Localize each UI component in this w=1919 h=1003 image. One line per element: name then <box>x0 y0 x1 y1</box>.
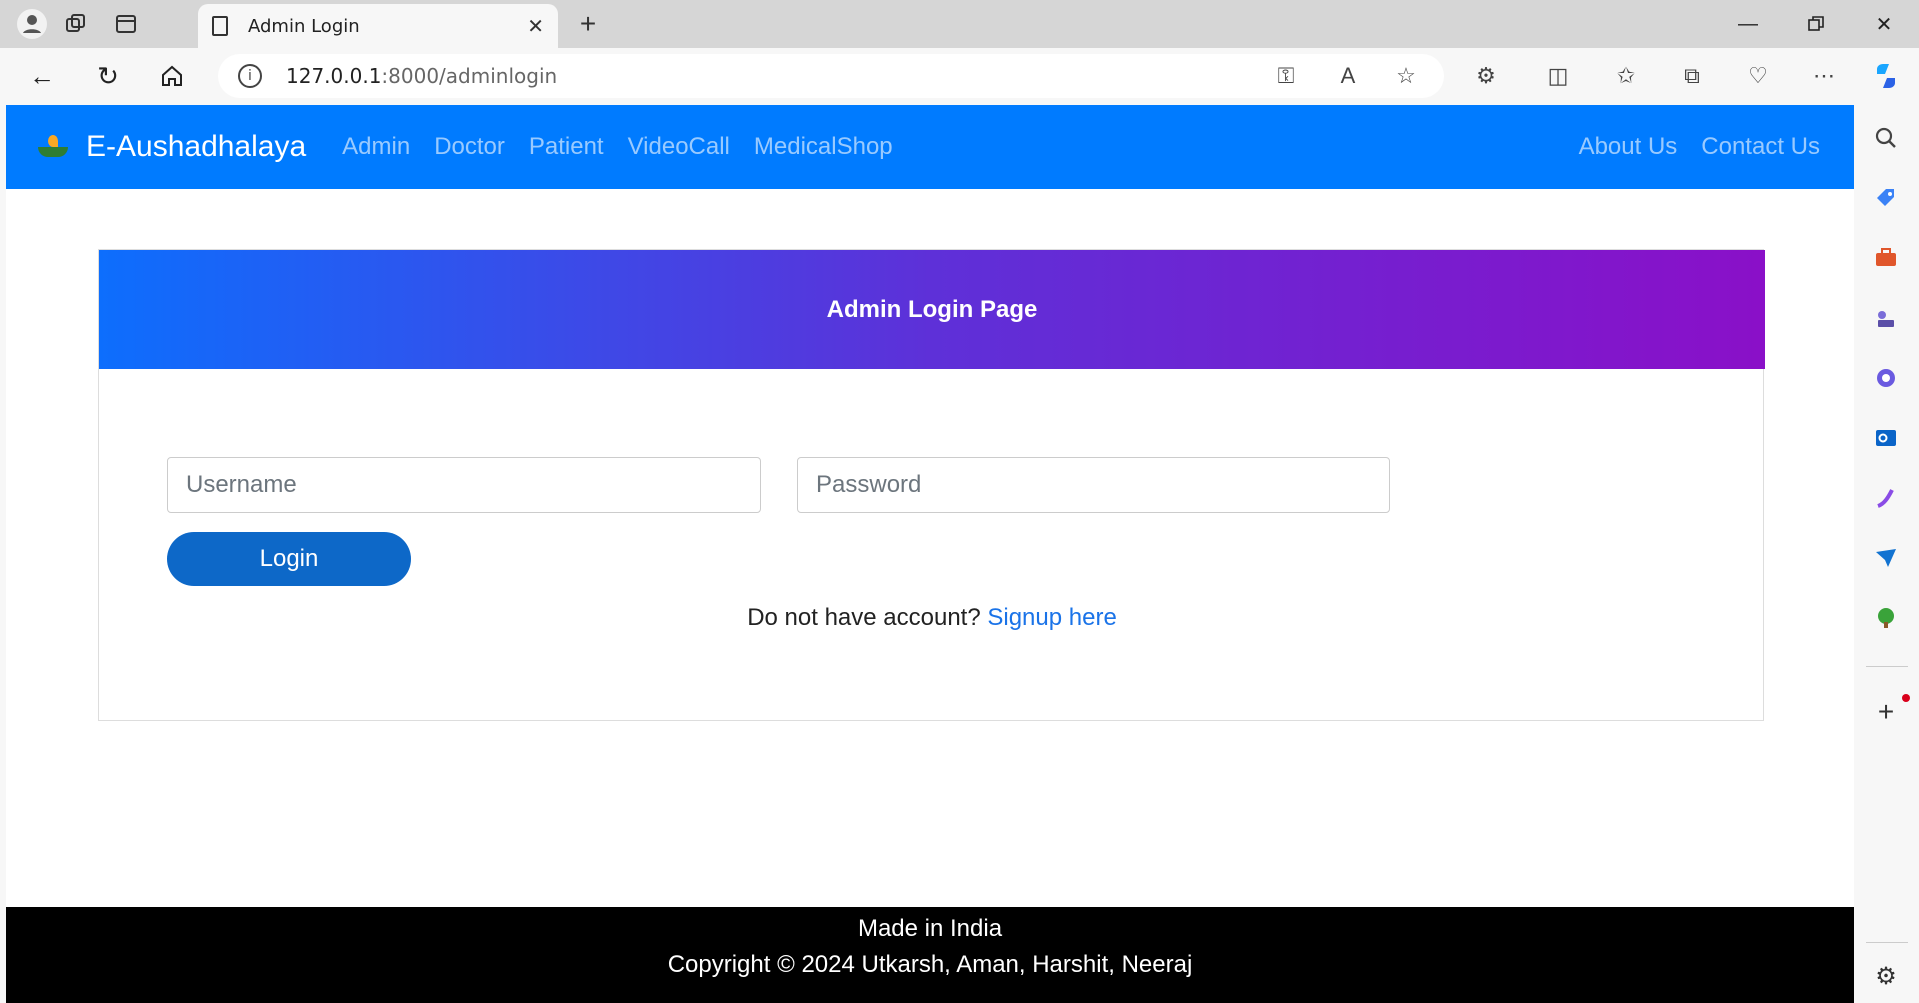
url-path: :8000/adminlogin <box>381 64 558 88</box>
signup-text: Do not have account? <box>747 604 981 631</box>
search-icon[interactable] <box>1870 122 1902 154</box>
settings-icon[interactable]: ⚙ <box>1870 960 1902 992</box>
new-tab-icon[interactable]: + <box>572 8 604 40</box>
close-window-icon[interactable]: ✕ <box>1864 8 1904 40</box>
outlook-icon[interactable] <box>1870 422 1902 454</box>
tab-title: Admin Login <box>248 15 360 37</box>
copilot-icon[interactable] <box>1868 58 1904 94</box>
nav-link-patient[interactable]: Patient <box>529 133 604 161</box>
brand[interactable]: E-Aushadhalaya <box>32 130 306 164</box>
minimize-icon[interactable]: — <box>1728 8 1768 40</box>
login-card-header: Admin Login Page <box>99 250 1765 369</box>
chess-icon[interactable] <box>1870 302 1902 334</box>
briefcase-icon[interactable] <box>1870 242 1902 274</box>
copilot-app-icon[interactable] <box>1870 362 1902 394</box>
tree-icon[interactable] <box>1870 602 1902 634</box>
refresh-icon[interactable]: ↻ <box>90 60 126 92</box>
brand-name: E-Aushadhalaya <box>86 130 307 163</box>
designer-icon[interactable] <box>1870 482 1902 514</box>
workspaces-icon[interactable] <box>60 8 92 40</box>
footer: Made in India Copyright © 2024 Utkarsh, … <box>6 907 1854 1003</box>
page-icon <box>212 16 228 36</box>
nav-links: Admin Doctor Patient VideoCall MedicalSh… <box>342 133 916 161</box>
tag-icon[interactable] <box>1870 182 1902 214</box>
send-icon[interactable] <box>1870 542 1902 574</box>
footer-made-in: Made in India <box>857 915 1003 942</box>
url-host: 127.0.0.1 <box>286 64 382 88</box>
signup-link[interactable]: Signup here <box>987 604 1116 631</box>
browser-sidebar: + ⚙ <box>1854 104 1919 1003</box>
split-screen-icon[interactable]: ◫ <box>1540 58 1576 94</box>
password-input[interactable]: Password <box>797 457 1390 513</box>
favorites-icon[interactable]: ✩ <box>1608 58 1644 94</box>
nav-link-about[interactable]: About Us <box>1579 133 1678 161</box>
browser-essentials-icon[interactable]: ♡ <box>1740 58 1776 94</box>
username-input[interactable]: Username <box>167 457 761 513</box>
favorite-star-icon[interactable]: ☆ <box>1388 58 1424 94</box>
back-icon[interactable]: ← <box>24 60 60 92</box>
active-tab[interactable]: Admin Login ✕ <box>198 4 558 48</box>
close-tab-icon[interactable]: ✕ <box>527 14 544 38</box>
nav-link-medicalshop[interactable]: MedicalShop <box>754 133 893 161</box>
read-aloud-icon[interactable]: A <box>1330 58 1366 94</box>
nav-link-contact[interactable]: Contact Us <box>1701 133 1820 161</box>
signup-prompt: Do not have account? Signup here <box>99 604 1765 632</box>
add-icon[interactable]: + <box>1870 696 1902 728</box>
tab-actions-icon[interactable] <box>110 8 142 40</box>
browser-tab-bar: Admin Login ✕ + — ✕ <box>0 0 1919 48</box>
nav-right: About Us Contact Us <box>1579 133 1844 161</box>
nav-link-videocall[interactable]: VideoCall <box>628 133 730 161</box>
url-input[interactable]: i 127.0.0.1:8000/adminlogin <box>218 54 1444 98</box>
sidebar-divider-bottom <box>1866 942 1908 943</box>
brand-logo-icon <box>32 133 74 161</box>
extensions-icon[interactable]: ⚙ <box>1468 58 1504 94</box>
profile-icon[interactable] <box>16 8 48 40</box>
notification-dot <box>1902 694 1910 702</box>
nav-link-admin[interactable]: Admin <box>342 133 410 161</box>
restore-icon[interactable] <box>1796 8 1836 40</box>
footer-copyright: Copyright © 2024 Utkarsh, Aman, Harshit,… <box>667 951 1193 978</box>
page-viewport: E-Aushadhalaya Admin Doctor Patient Vide… <box>6 105 1854 1003</box>
address-bar-row: ← ↻ i 127.0.0.1:8000/adminlogin ⚿ A ☆ ⚙ … <box>0 48 1919 104</box>
login-button[interactable]: Login <box>167 532 411 586</box>
site-navbar: E-Aushadhalaya Admin Doctor Patient Vide… <box>6 105 1854 189</box>
password-key-icon[interactable]: ⚿ <box>1268 58 1304 94</box>
site-info-icon[interactable]: i <box>238 64 262 88</box>
page-title: Admin Login Page <box>826 295 1038 323</box>
collections-icon[interactable]: ⧉ <box>1674 58 1710 94</box>
more-options-icon[interactable]: ⋯ <box>1806 58 1842 94</box>
sidebar-divider <box>1866 666 1908 667</box>
home-icon[interactable] <box>154 60 190 92</box>
login-card: Admin Login Page Username Password Login… <box>98 249 1765 721</box>
nav-link-doctor[interactable]: Doctor <box>434 133 505 161</box>
